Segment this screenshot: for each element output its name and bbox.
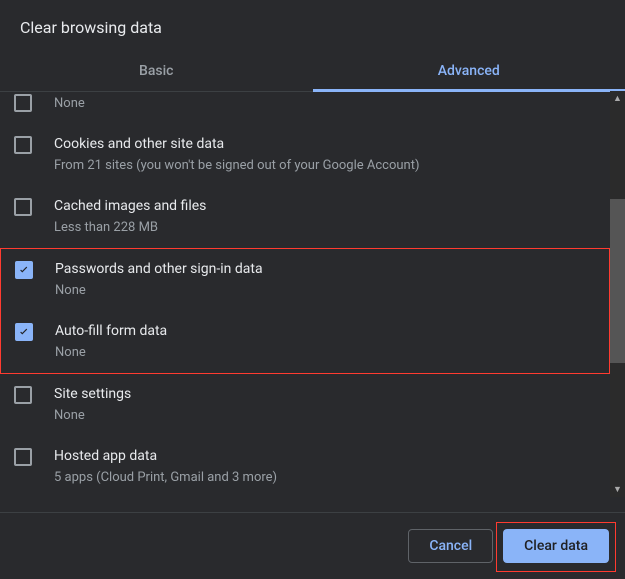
option-site-settings[interactable]: Site settings None [0, 374, 610, 436]
checkbox-passwords[interactable] [15, 261, 33, 279]
option-text: Hosted app data 5 apps (Cloud Print, Gma… [54, 446, 590, 488]
check-icon [17, 325, 31, 339]
option-hosted-app[interactable]: Hosted app data 5 apps (Cloud Print, Gma… [0, 436, 610, 498]
option-title: Auto-fill form data [55, 321, 589, 341]
option-text: Cached images and files Less than 228 MB [54, 196, 590, 238]
option-text: Site settings None [54, 384, 590, 426]
tab-basic[interactable]: Basic [0, 51, 313, 91]
scroll-up-icon[interactable]: ▲ [610, 91, 625, 106]
checkbox-hosted-app[interactable] [14, 448, 32, 466]
option-cookies[interactable]: Cookies and other site data From 21 site… [0, 124, 610, 186]
dialog-title: Clear browsing data [0, 0, 625, 45]
check-icon [17, 263, 31, 277]
option-text: Auto-fill form data None [55, 321, 589, 363]
checkbox-cached[interactable] [14, 198, 32, 216]
option-download-history[interactable]: Download history None [0, 92, 610, 124]
dialog-footer: Cancel Clear data [0, 512, 625, 579]
options-list: Download history None Cookies and other … [0, 92, 625, 498]
option-title: Cached images and files [54, 196, 590, 216]
cancel-button[interactable]: Cancel [408, 529, 493, 563]
options-content: Download history None Cookies and other … [0, 92, 625, 512]
option-sub: 5 apps (Cloud Print, Gmail and 3 more) [54, 468, 590, 488]
clear-data-button-label: Clear data [524, 538, 588, 554]
tabs: Basic Advanced [0, 51, 625, 92]
tab-basic-label: Basic [139, 63, 173, 79]
clear-browsing-data-dialog: Clear browsing data Basic Advanced Downl… [0, 0, 625, 579]
option-sub: From 21 sites (you won't be signed out o… [54, 156, 590, 176]
highlighted-group: Passwords and other sign-in data None Au… [0, 248, 610, 374]
option-text: Download history None [54, 92, 590, 114]
option-sub: Less than 228 MB [54, 218, 590, 238]
option-sub: None [54, 94, 590, 114]
option-title: Passwords and other sign-in data [55, 259, 589, 279]
scroll-thumb[interactable] [610, 199, 625, 363]
option-cached[interactable]: Cached images and files Less than 228 MB [0, 186, 610, 248]
option-autofill[interactable]: Auto-fill form data None [1, 311, 609, 373]
tab-advanced-label: Advanced [438, 63, 500, 79]
option-passwords[interactable]: Passwords and other sign-in data None [1, 249, 609, 311]
option-sub: None [55, 343, 589, 363]
checkbox-download-history[interactable] [14, 94, 32, 112]
option-sub: None [55, 281, 589, 301]
cancel-button-label: Cancel [429, 538, 472, 554]
checkbox-site-settings[interactable] [14, 386, 32, 404]
option-title: Hosted app data [54, 446, 590, 466]
checkbox-autofill[interactable] [15, 323, 33, 341]
scroll-down-icon[interactable]: ▼ [610, 482, 625, 497]
clear-data-button[interactable]: Clear data [503, 529, 609, 563]
option-sub: None [54, 406, 590, 426]
option-title: Cookies and other site data [54, 134, 590, 154]
option-text: Cookies and other site data From 21 site… [54, 134, 590, 176]
scrollbar[interactable]: ▲ ▼ [610, 91, 625, 497]
tab-advanced[interactable]: Advanced [313, 51, 625, 91]
option-text: Passwords and other sign-in data None [55, 259, 589, 301]
option-title: Site settings [54, 384, 590, 404]
checkbox-cookies[interactable] [14, 136, 32, 154]
